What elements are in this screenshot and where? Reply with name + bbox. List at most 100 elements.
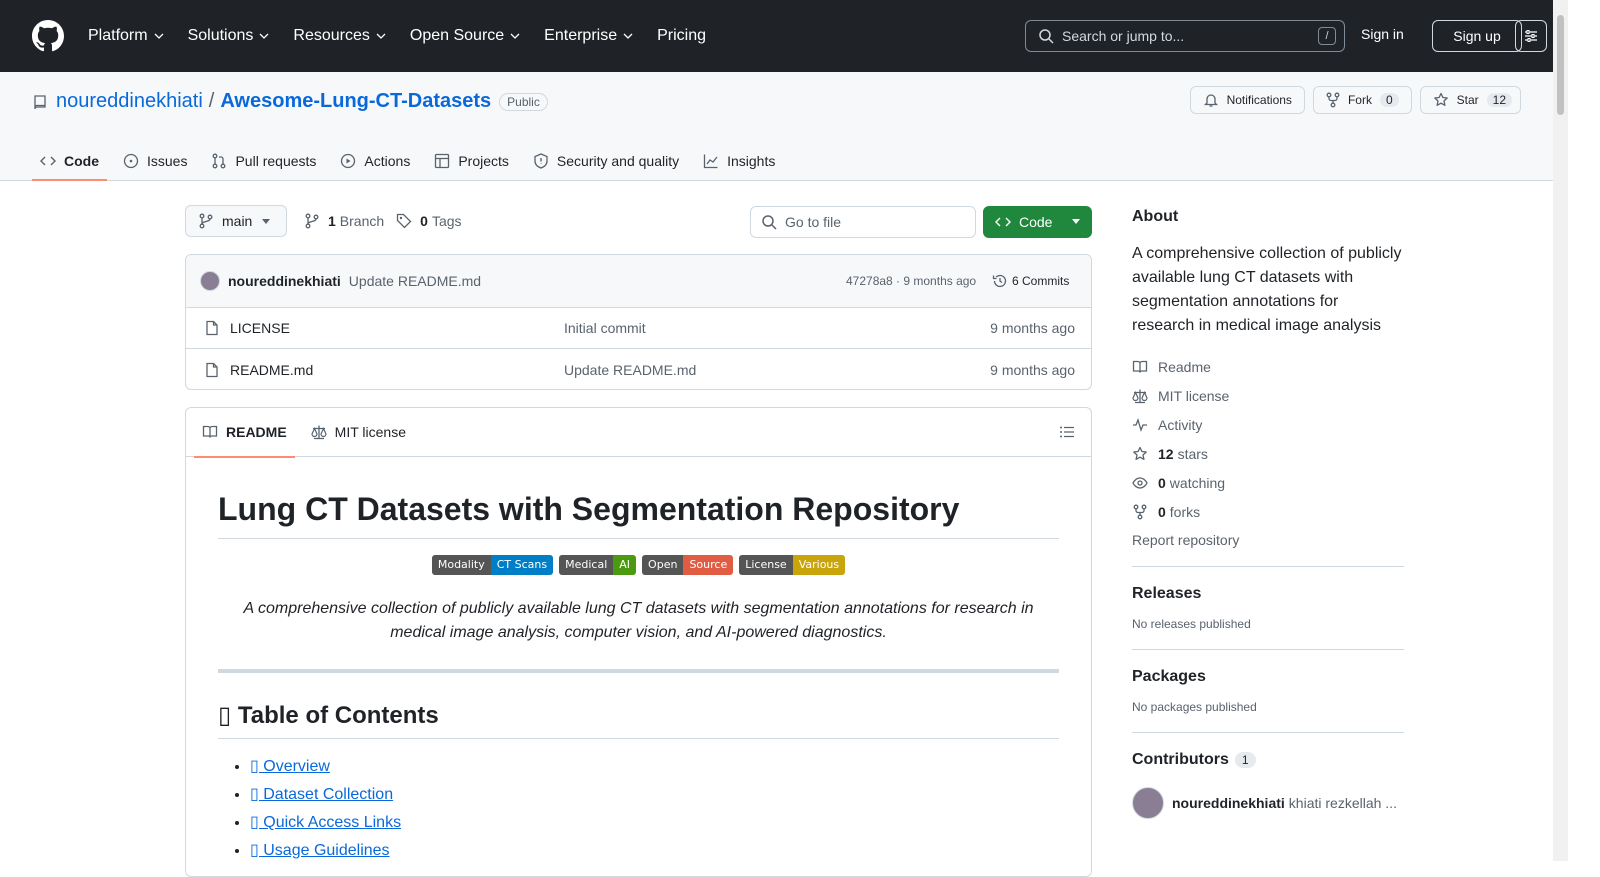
commit-hash-time[interactable]: 47278a8 · 9 months ago [846,274,976,288]
report-repository-link[interactable]: Report repository [1132,532,1404,548]
tab-code[interactable]: Code [32,142,107,181]
tags-link[interactable]: 0 Tags [396,213,462,229]
toc-link-overview[interactable]: ▯ Overview [250,758,330,775]
bell-icon [1203,94,1218,107]
global-nav: Platform Solutions Resources Open Source… [88,0,730,72]
license-link[interactable]: MIT license [1132,381,1404,410]
badge-modality[interactable]: Modality CT Scans [431,555,554,575]
watchers-link[interactable]: 0 watching [1132,468,1404,497]
nav-solutions[interactable]: Solutions [188,27,270,45]
table-row: README.md Update README.md 9 months ago [186,349,1091,389]
commit-author-link[interactable]: noureddinekhiati [228,273,341,289]
star-button[interactable]: Star 12 [1419,86,1521,114]
contributors-heading[interactable]: Contributors 1 [1132,751,1404,769]
releases-empty: No releases published [1132,617,1251,631]
code-icon [995,217,1011,227]
tab-security[interactable]: Security and quality [525,142,687,180]
chevron-down-icon [154,33,164,39]
page-scrollbar[interactable] [1553,0,1568,861]
table-icon [435,153,450,169]
scrollbar-thumb[interactable] [1557,15,1564,115]
toc-list: ▯ Overview ▯ Dataset Collection ▯ Quick … [218,755,1059,863]
fork-count: 0 [1379,93,1399,107]
toc-link-usage-guidelines[interactable]: ▯ Usage Guidelines [250,842,390,859]
packages-heading[interactable]: Packages [1132,668,1404,686]
go-to-file-input[interactable]: Go to file [750,206,976,238]
readme-title: Lung CT Datasets with Segmentation Repos… [218,491,1059,539]
avatar[interactable] [1132,787,1164,819]
global-search-input[interactable]: Search or jump to... / [1025,20,1345,52]
contributors-count: 1 [1234,752,1256,768]
sign-up-button[interactable]: Sign up [1432,20,1522,52]
tab-issues[interactable]: Issues [115,142,195,180]
releases-heading[interactable]: Releases [1132,585,1404,603]
file-commit-message[interactable]: Initial commit [564,320,646,336]
contributor-item[interactable]: noureddinekhiati khiati rezkellah ... [1132,787,1404,819]
pulse-icon [1133,417,1147,432]
repo-owner-link[interactable]: noureddinekhiati [56,90,203,113]
notifications-button[interactable]: Notifications [1189,86,1305,114]
git-branch-icon [305,213,319,229]
chevron-down-icon [259,33,269,39]
star-count: 12 [1486,93,1512,107]
toc-link-dataset-collection[interactable]: ▯ Dataset Collection [250,786,393,803]
issue-opened-icon [123,153,139,169]
sign-in-link[interactable]: Sign in [1361,26,1404,42]
caret-down-icon [262,219,270,224]
nav-enterprise[interactable]: Enterprise [544,27,633,45]
stars-link[interactable]: 12 stars [1132,439,1404,468]
tab-readme[interactable]: README [194,408,295,458]
commits-history-link[interactable]: 6 Commits [992,273,1069,289]
branch-select-button[interactable]: main [185,205,287,237]
github-logo-icon[interactable] [32,20,64,52]
shield-icon [534,153,548,169]
readme-content: Lung CT Datasets with Segmentation Repos… [186,491,1091,863]
badge-medical[interactable]: Medical AI [559,555,637,575]
nav-pricing[interactable]: Pricing [657,27,706,45]
tab-insights[interactable]: Insights [695,142,783,180]
tab-license[interactable]: MIT license [303,408,414,457]
nav-platform[interactable]: Platform [88,27,164,45]
avatar[interactable] [200,271,220,291]
nav-resources[interactable]: Resources [293,27,386,45]
repo-name-link[interactable]: Awesome-Lung-CT-Datasets [220,90,491,113]
file-name-link[interactable]: LICENSE [230,320,290,336]
badge-row: Modality CT Scans Medical AI Open Source Li… [218,555,1059,575]
file-commit-message[interactable]: Update README.md [564,362,696,378]
book-icon [1132,360,1148,373]
repository-header: noureddinekhiati / Awesome-Lung-CT-Datas… [0,72,1553,181]
fork-icon [1326,92,1340,108]
list-item: ▯ Dataset Collection [250,783,1059,807]
tab-projects[interactable]: Projects [426,142,517,180]
law-icon [311,425,327,440]
fork-button[interactable]: Fork 0 [1312,86,1412,114]
tag-icon [397,213,412,229]
graph-icon [703,154,718,169]
contributor-login: noureddinekhiati [1172,795,1285,811]
toc-link-quick-access[interactable]: ▯ Quick Access Links [250,814,401,831]
commit-message-link[interactable]: Update README.md [349,273,481,289]
file-icon [206,320,218,336]
tab-actions[interactable]: Actions [332,142,418,180]
chevron-down-icon [376,33,386,39]
badge-open[interactable]: Open Source [642,555,734,575]
nav-open-source[interactable]: Open Source [410,27,520,45]
tab-pull-requests[interactable]: Pull requests [203,142,324,180]
fork-icon [1133,504,1147,519]
settings-menu-button[interactable] [1515,20,1547,52]
forks-link[interactable]: 0 forks [1132,497,1404,526]
code-dropdown-button[interactable]: Code [983,206,1092,238]
activity-link[interactable]: Activity [1132,410,1404,439]
list-unordered-icon[interactable] [1059,424,1075,440]
repo-icon [34,94,46,109]
repo-actions: Notifications Fork 0 Star 12 [1182,86,1521,114]
list-item: ▯ Quick Access Links [250,811,1059,835]
readme-link[interactable]: Readme [1132,352,1404,381]
branch-tag-summary: 1 Branch 0 Tags [304,213,474,229]
branches-link[interactable]: 1 Branch [304,213,384,229]
chevron-down-icon [623,33,633,39]
repo-tabs: Code Issues Pull requests Actions Projec… [32,142,791,181]
table-row: LICENSE Initial commit 9 months ago [186,308,1091,349]
badge-license[interactable]: License Various [739,555,846,575]
file-name-link[interactable]: README.md [230,362,313,378]
